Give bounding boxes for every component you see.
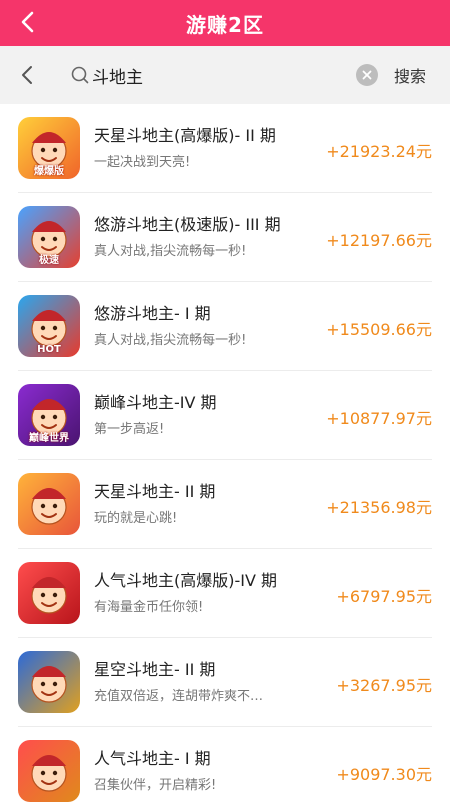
- game-icon: [18, 473, 80, 535]
- search-back-button[interactable]: [6, 46, 48, 104]
- close-icon: [362, 70, 372, 80]
- game-badge: HOT: [37, 344, 61, 355]
- reward-amount: +21356.98元: [326, 498, 432, 517]
- reward-amount: +21923.24元: [326, 142, 432, 161]
- reward-amount: +3267.95元: [336, 676, 432, 695]
- game-icon: HOT: [18, 295, 80, 357]
- reward-amount: +10877.97元: [326, 409, 432, 428]
- game-description: 充值双倍返，连胡带炸爽不…: [94, 689, 264, 704]
- reward-amount: +15509.66元: [326, 320, 432, 339]
- reward-amount: +9097.30元: [336, 765, 432, 784]
- game-description: 玩的就是心跳!: [94, 511, 178, 526]
- reward-amount: +6797.95元: [336, 587, 432, 606]
- reward-amount: +12197.66元: [326, 231, 432, 250]
- game-list: 爆爆版 天星斗地主(高爆版)- II 期一起决战到天亮! +21923.24元 极速悠…: [0, 104, 450, 805]
- list-item[interactable]: HOT 悠游斗地主- I 期真人对战,指尖流畅每一秒! +15509.66元: [0, 282, 450, 371]
- game-name: 悠游斗地主(极速版)- III 期: [94, 215, 281, 234]
- game-name: 天星斗地主- II 期: [94, 482, 216, 501]
- list-item[interactable]: 极速 悠游斗地主(极速版)- III 期真人对战,指尖流畅每一秒! +12197.6…: [0, 193, 450, 282]
- game-icon: [18, 740, 80, 802]
- game-description: 一起决战到天亮!: [94, 155, 191, 170]
- game-name: 巅峰斗地主-IV 期: [94, 393, 217, 412]
- game-name: 人气斗地主(高爆版)-IV 期: [94, 571, 278, 590]
- search-box: [58, 56, 378, 94]
- search-input[interactable]: [92, 65, 312, 85]
- chevron-left-icon: [21, 11, 34, 33]
- game-icon: [18, 651, 80, 713]
- game-name: 悠游斗地主- I 期: [94, 304, 211, 323]
- game-badge: 巅峰世界: [29, 433, 69, 444]
- list-item[interactable]: 爆爆版 天星斗地主(高爆版)- II 期一起决战到天亮! +21923.24元: [0, 104, 450, 193]
- game-name: 天星斗地主(高爆版)- II 期: [94, 126, 276, 145]
- game-description: 第一步高返!: [94, 422, 165, 437]
- clear-search-button[interactable]: [356, 64, 378, 86]
- list-item[interactable]: 人气斗地主(高爆版)-IV 期有海量金币任你领! +6797.95元: [0, 549, 450, 638]
- game-description: 召集伙伴，开启精彩!: [94, 778, 217, 793]
- game-description: 真人对战,指尖流畅每一秒!: [94, 333, 247, 348]
- game-description: 有海量金币任你领!: [94, 600, 204, 615]
- game-icon: 巅峰世界: [18, 384, 80, 446]
- back-button[interactable]: [14, 8, 42, 36]
- search-button[interactable]: 搜索: [394, 63, 426, 87]
- search-icon: [70, 65, 90, 85]
- list-item[interactable]: 星空斗地主- II 期充值双倍返，连胡带炸爽不… +3267.95元: [0, 638, 450, 727]
- page-title: 游赚2区: [186, 12, 264, 37]
- search-bar: 搜索: [0, 46, 450, 104]
- game-name: 星空斗地主- II 期: [94, 660, 216, 679]
- game-icon: [18, 562, 80, 624]
- game-badge: 极速: [39, 255, 59, 266]
- game-icon: 极速: [18, 206, 80, 268]
- chevron-left-icon: [22, 66, 32, 84]
- list-item[interactable]: 人气斗地主- I 期召集伙伴，开启精彩! +9097.30元: [0, 727, 450, 805]
- game-badge: 爆爆版: [34, 166, 64, 177]
- game-name: 人气斗地主- I 期: [94, 749, 211, 768]
- list-item[interactable]: 天星斗地主- II 期玩的就是心跳! +21356.98元: [0, 460, 450, 549]
- list-item[interactable]: 巅峰世界 巅峰斗地主-IV 期第一步高返! +10877.97元: [0, 371, 450, 460]
- top-bar: 游赚2区: [0, 0, 450, 46]
- game-icon: 爆爆版: [18, 117, 80, 179]
- game-description: 真人对战,指尖流畅每一秒!: [94, 244, 247, 259]
